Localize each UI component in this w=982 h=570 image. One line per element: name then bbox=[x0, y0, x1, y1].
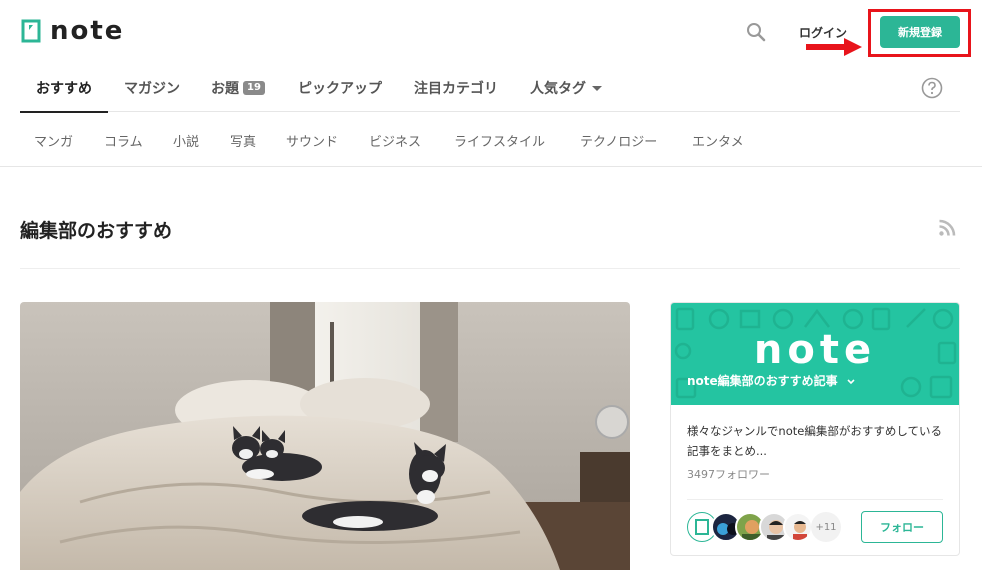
signup-button[interactable]: 新規登録 bbox=[880, 16, 960, 48]
subcategory-technology[interactable]: テクノロジー bbox=[580, 113, 657, 167]
magazine-card[interactable]: note note編集部のおすすめ記事 様々なジャンルでnote編集部がおすすめ… bbox=[670, 302, 960, 556]
chevron-down-icon bbox=[592, 85, 602, 91]
subcategory-manga[interactable]: マンガ bbox=[34, 113, 73, 167]
follower-count: 3497フォロワー bbox=[687, 468, 770, 481]
avatar[interactable] bbox=[783, 512, 813, 542]
main-tabs: おすすめ マガジン お題 19 ピックアップ 注目カテゴリ 人気タグ bbox=[20, 64, 960, 113]
tab-label: おすすめ bbox=[36, 81, 92, 97]
subcategory-bar: マンガ コラム 小説 写真 サウンド ビジネス ライフスタイル テクノロジー エ… bbox=[0, 113, 982, 167]
tab-label: お題 bbox=[211, 81, 239, 97]
tab-pickup[interactable]: ピックアップ bbox=[298, 64, 382, 112]
subcategory-column[interactable]: コラム bbox=[104, 113, 143, 167]
follow-button[interactable]: フォロー bbox=[861, 511, 943, 543]
tab-topics[interactable]: お題 19 bbox=[211, 64, 265, 112]
rss-icon[interactable] bbox=[938, 219, 956, 237]
subcategory-lifestyle[interactable]: ライフスタイル bbox=[454, 113, 545, 167]
tab-label: 注目カテゴリ bbox=[414, 81, 498, 97]
magazine-title: note編集部のおすすめ記事 bbox=[687, 372, 856, 389]
tab-magazine[interactable]: マガジン bbox=[124, 64, 180, 112]
tab-label: マガジン bbox=[124, 81, 180, 97]
tab-label: 人気タグ bbox=[530, 81, 586, 97]
tab-featured-categories[interactable]: 注目カテゴリ bbox=[414, 64, 498, 112]
note-logo-icon bbox=[21, 19, 41, 43]
subcategory-photo[interactable]: 写真 bbox=[230, 113, 256, 167]
subcategory-sound[interactable]: サウンド bbox=[286, 113, 338, 167]
banner-note-logo: note bbox=[753, 327, 877, 373]
section-title: 編集部のおすすめ bbox=[20, 220, 173, 242]
tab-popular-tags[interactable]: 人気タグ bbox=[530, 64, 602, 112]
note-logo[interactable]: note bbox=[20, 16, 125, 46]
header: note ログイン 新規登録 bbox=[0, 0, 982, 64]
card-divider bbox=[687, 499, 943, 500]
red-arrow-annotation bbox=[806, 38, 862, 56]
avatar-image bbox=[793, 521, 807, 540]
search-icon[interactable] bbox=[744, 20, 768, 44]
more-contributors-count[interactable]: +11 bbox=[811, 512, 841, 542]
tab-recommended[interactable]: おすすめ bbox=[20, 64, 108, 113]
logo-text: note bbox=[50, 16, 125, 46]
subcategory-novel[interactable]: 小説 bbox=[173, 113, 199, 167]
subcategory-entertainment[interactable]: エンタメ bbox=[692, 113, 744, 167]
subcategory-business[interactable]: ビジネス bbox=[369, 113, 421, 167]
magazine-title-text: note編集部のおすすめ記事 bbox=[687, 374, 838, 388]
magazine-banner: note note編集部のおすすめ記事 bbox=[671, 303, 959, 405]
cats-photo bbox=[20, 302, 630, 570]
section-divider bbox=[20, 268, 960, 269]
magazine-description: 様々なジャンルでnote編集部がおすすめしている記事をまとめ... bbox=[687, 424, 942, 458]
topics-count-badge: 19 bbox=[243, 81, 265, 95]
chevron-down-icon bbox=[847, 378, 855, 384]
question-circle-icon[interactable] bbox=[921, 77, 943, 99]
tab-label: ピックアップ bbox=[298, 81, 382, 97]
featured-article-image[interactable] bbox=[20, 302, 630, 570]
